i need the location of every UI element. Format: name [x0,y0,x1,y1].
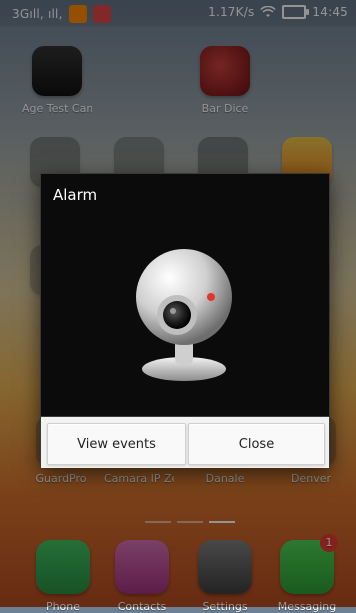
webcam-icon [129,229,239,389]
dialog-title: Alarm [53,186,98,204]
alarm-dialog: Alarm View events Close [40,173,330,468]
dialog-button-row: View events Close [41,416,329,468]
close-button[interactable]: Close [188,423,325,465]
view-events-button[interactable]: View events [47,423,186,465]
